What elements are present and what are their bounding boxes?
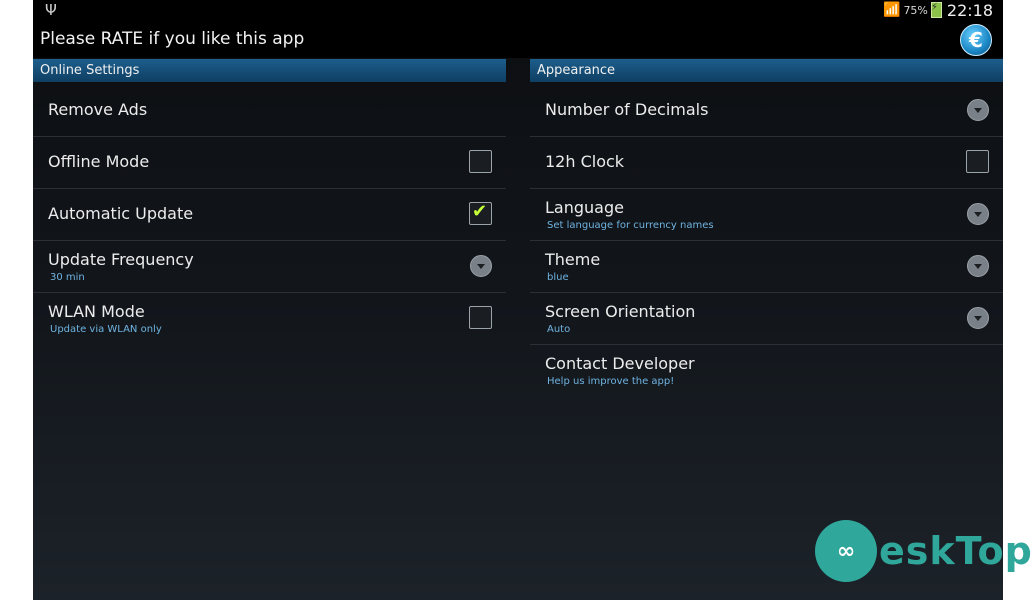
setting-wlan-mode[interactable]: WLAN Mode Update via WLAN only [33, 293, 506, 344]
online-settings-list: Remove Ads Offline Mode Automatic Update… [33, 85, 506, 344]
setting-offline-mode[interactable]: Offline Mode [33, 137, 506, 189]
setting-title: 12h Clock [545, 152, 625, 171]
setting-contact-developer[interactable]: Contact Developer Help us improve the ap… [530, 345, 1003, 396]
setting-theme[interactable]: Theme blue [530, 241, 1003, 293]
action-bar: Please RATE if you like this app € [33, 20, 1003, 58]
setting-title: Screen Orientation [545, 302, 696, 321]
appearance-panel: Appearance Number of Decimals 12h Clock … [530, 59, 1003, 396]
setting-value: blue [547, 272, 569, 283]
setting-automatic-update[interactable]: Automatic Update [33, 189, 506, 241]
setting-title: Contact Developer [545, 354, 695, 373]
chevron-down-icon[interactable] [967, 99, 989, 121]
euro-icon[interactable]: € [960, 24, 992, 56]
watermark-text: eskTop [879, 529, 1033, 573]
automatic-update-checkbox[interactable] [469, 201, 492, 225]
setting-value: 30 min [50, 272, 85, 283]
setting-language[interactable]: Language Set language for currency names [530, 189, 1003, 241]
setting-title: WLAN Mode [48, 302, 145, 321]
setting-description: Set language for currency names [547, 220, 714, 231]
desktop-watermark-logo: ∞ eskTop [815, 518, 1033, 584]
watermark-circle-icon: ∞ [815, 520, 877, 582]
rate-app-prompt[interactable]: Please RATE if you like this app [40, 29, 304, 49]
setting-description: Update via WLAN only [50, 324, 162, 335]
chevron-down-icon[interactable] [967, 255, 989, 277]
setting-title: Language [545, 198, 624, 217]
chevron-down-icon[interactable] [470, 255, 492, 277]
setting-value: Auto [547, 324, 571, 335]
clock: 22:18 [946, 0, 993, 20]
offline-mode-checkbox[interactable] [469, 150, 492, 173]
setting-title: Offline Mode [48, 152, 150, 171]
setting-title: Automatic Update [48, 204, 194, 223]
battery-charging-icon [930, 2, 942, 18]
chevron-down-icon[interactable] [967, 203, 989, 225]
setting-title: Number of Decimals [545, 100, 709, 119]
setting-remove-ads[interactable]: Remove Ads [33, 85, 506, 137]
setting-title: Theme [545, 250, 601, 269]
battery-percent: 75% [903, 3, 928, 17]
wlan-mode-checkbox[interactable] [469, 306, 492, 329]
usb-icon: Ψ [45, 1, 57, 19]
setting-number-of-decimals[interactable]: Number of Decimals [530, 85, 1003, 137]
status-indicators: 📶 75% 22:18 [883, 0, 993, 20]
section-header-appearance: Appearance [530, 59, 1003, 82]
setting-title: Remove Ads [48, 100, 148, 119]
online-settings-panel: Online Settings Remove Ads Offline Mode … [33, 59, 506, 344]
setting-title: Update Frequency [48, 250, 194, 269]
status-bar: Ψ 📶 75% 22:18 [33, 0, 1003, 20]
wifi-icon: 📶 [883, 2, 901, 18]
appearance-list: Number of Decimals 12h Clock Language Se… [530, 85, 1003, 396]
setting-12h-clock[interactable]: 12h Clock [530, 137, 1003, 189]
setting-description: Help us improve the app! [547, 376, 675, 387]
setting-update-frequency[interactable]: Update Frequency 30 min [33, 241, 506, 293]
12h-clock-checkbox[interactable] [966, 150, 989, 173]
setting-screen-orientation[interactable]: Screen Orientation Auto [530, 293, 1003, 345]
section-header-online-settings: Online Settings [33, 59, 506, 82]
app-screen: Ψ 📶 75% 22:18 Please RATE if you like th… [33, 0, 1003, 600]
chevron-down-icon[interactable] [967, 307, 989, 329]
